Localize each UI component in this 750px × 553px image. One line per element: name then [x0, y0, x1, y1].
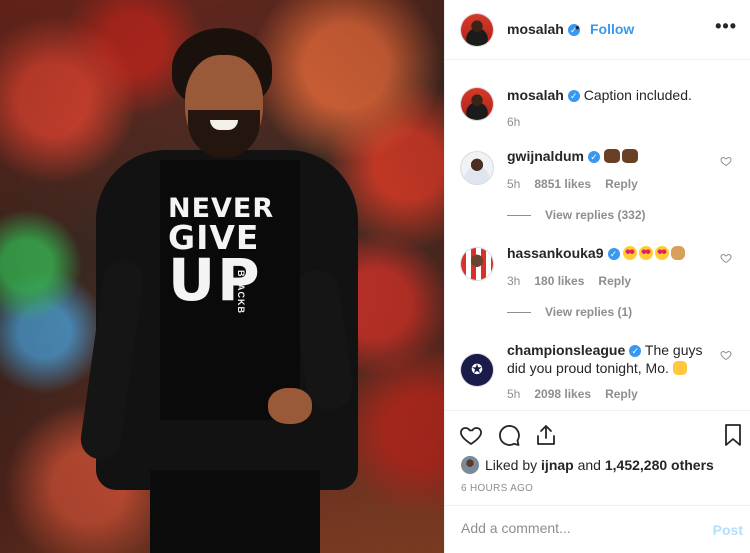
avatar[interactable]: [461, 14, 493, 46]
view-replies-button[interactable]: View replies (332): [507, 208, 646, 222]
raised-hands-icon: [621, 149, 638, 163]
caption-time[interactable]: 6h: [507, 115, 520, 129]
shirt-slogan: NEVER GIVE UP: [168, 195, 288, 314]
view-replies-label[interactable]: View replies (1): [545, 305, 632, 319]
caption-meta: 6h: [507, 115, 534, 129]
liked-by-count[interactable]: 1,452,280 others: [605, 457, 714, 473]
star-ball-icon: ✪: [471, 361, 483, 378]
comment-time[interactable]: 5h: [507, 177, 520, 191]
follow-button[interactable]: Follow: [590, 21, 634, 37]
verified-badge-icon: ✓: [629, 345, 642, 357]
comment-meta: 5h 2098 likes Reply: [507, 387, 652, 401]
more-options-icon[interactable]: •••: [715, 16, 737, 37]
liked-by: Liked by ijnap and 1,452,280 others: [485, 457, 714, 473]
reply-button[interactable]: Reply: [598, 274, 631, 288]
like-heart-icon[interactable]: [459, 423, 483, 447]
liked-by-user[interactable]: ijnap: [541, 457, 574, 473]
comment-avatar[interactable]: [461, 248, 493, 280]
author-username-text[interactable]: mosalah: [507, 21, 564, 37]
divider: [507, 312, 531, 314]
liker-avatar[interactable]: [461, 456, 479, 474]
caption-text: Caption included.: [583, 87, 692, 103]
comment-avatar[interactable]: ✪: [461, 354, 493, 386]
post-timestamp[interactable]: 6 HOURS AGO: [461, 483, 533, 494]
verified-badge-icon: ✓: [607, 248, 620, 260]
comment-bubble-icon[interactable]: [497, 423, 521, 447]
caption-avatar[interactable]: [461, 88, 493, 120]
view-replies-label[interactable]: View replies (332): [545, 208, 646, 222]
share-icon[interactable]: [534, 423, 558, 447]
clapping-hands-icon: [671, 246, 686, 260]
shirt-brand-tag: BLACKB: [236, 270, 246, 314]
comment-meta: 3h 180 likes Reply: [507, 274, 645, 288]
header-separator: •: [575, 20, 580, 35]
caption-username[interactable]: mosalah: [507, 87, 564, 103]
post-photo[interactable]: NEVER GIVE UP BLACKB: [0, 0, 444, 553]
heart-eyes-icon: [655, 246, 670, 260]
photo-hand: [268, 388, 312, 424]
comment: gwijnaldum ✓: [507, 147, 707, 165]
caption: mosalah ✓ Caption included.: [507, 86, 737, 104]
post-header: mosalah ✓ • Follow •••: [445, 0, 750, 60]
reply-button[interactable]: Reply: [605, 387, 638, 401]
comment-likes[interactable]: 8851 likes: [534, 177, 591, 191]
add-comment-bar: Post: [445, 505, 750, 553]
shirt-line-3: UP: [168, 245, 262, 314]
comment: championsleague ✓ The guys did you proud …: [507, 341, 717, 377]
comment-time[interactable]: 3h: [507, 274, 520, 288]
comment-likes[interactable]: 180 likes: [534, 274, 584, 288]
comment-username[interactable]: championsleague: [507, 342, 625, 358]
comment-username[interactable]: gwijnaldum: [507, 148, 584, 164]
heart-eyes-icon: [639, 246, 654, 260]
comment-avatar[interactable]: [461, 152, 493, 184]
comment: hassankouka9 ✓: [507, 244, 717, 262]
heart-eyes-icon: [623, 246, 638, 260]
comment-like-heart-icon[interactable]: [720, 349, 732, 361]
post-actions: Liked by ijnap and 1,452,280 others 6 HO…: [445, 410, 750, 553]
liked-by-prefix: Liked by: [485, 457, 538, 473]
comment-time[interactable]: 5h: [507, 387, 520, 401]
thumbs-up-icon: [672, 361, 687, 375]
verified-badge-icon: ✓: [567, 90, 580, 102]
raised-hands-icon: [603, 149, 620, 163]
comment-username[interactable]: hassankouka9: [507, 245, 604, 261]
comment-input[interactable]: [461, 520, 681, 536]
bookmark-icon[interactable]: [721, 423, 745, 447]
comment-like-heart-icon[interactable]: [720, 155, 732, 167]
author-username[interactable]: mosalah ✓: [507, 21, 580, 37]
comment-meta: 5h 8851 likes Reply: [507, 177, 652, 191]
view-replies-button[interactable]: View replies (1): [507, 305, 632, 319]
post-button[interactable]: Post: [713, 522, 743, 538]
reply-button[interactable]: Reply: [605, 177, 638, 191]
comment-likes[interactable]: 2098 likes: [534, 387, 591, 401]
divider: [507, 215, 531, 217]
comment-like-heart-icon[interactable]: [720, 252, 732, 264]
photo-legs: [150, 470, 320, 553]
post-side-panel: mosalah ✓ • Follow ••• mosalah ✓ Caption i…: [444, 0, 750, 553]
verified-badge-icon: ✓: [588, 151, 600, 163]
liked-by-connector: and: [577, 457, 601, 473]
